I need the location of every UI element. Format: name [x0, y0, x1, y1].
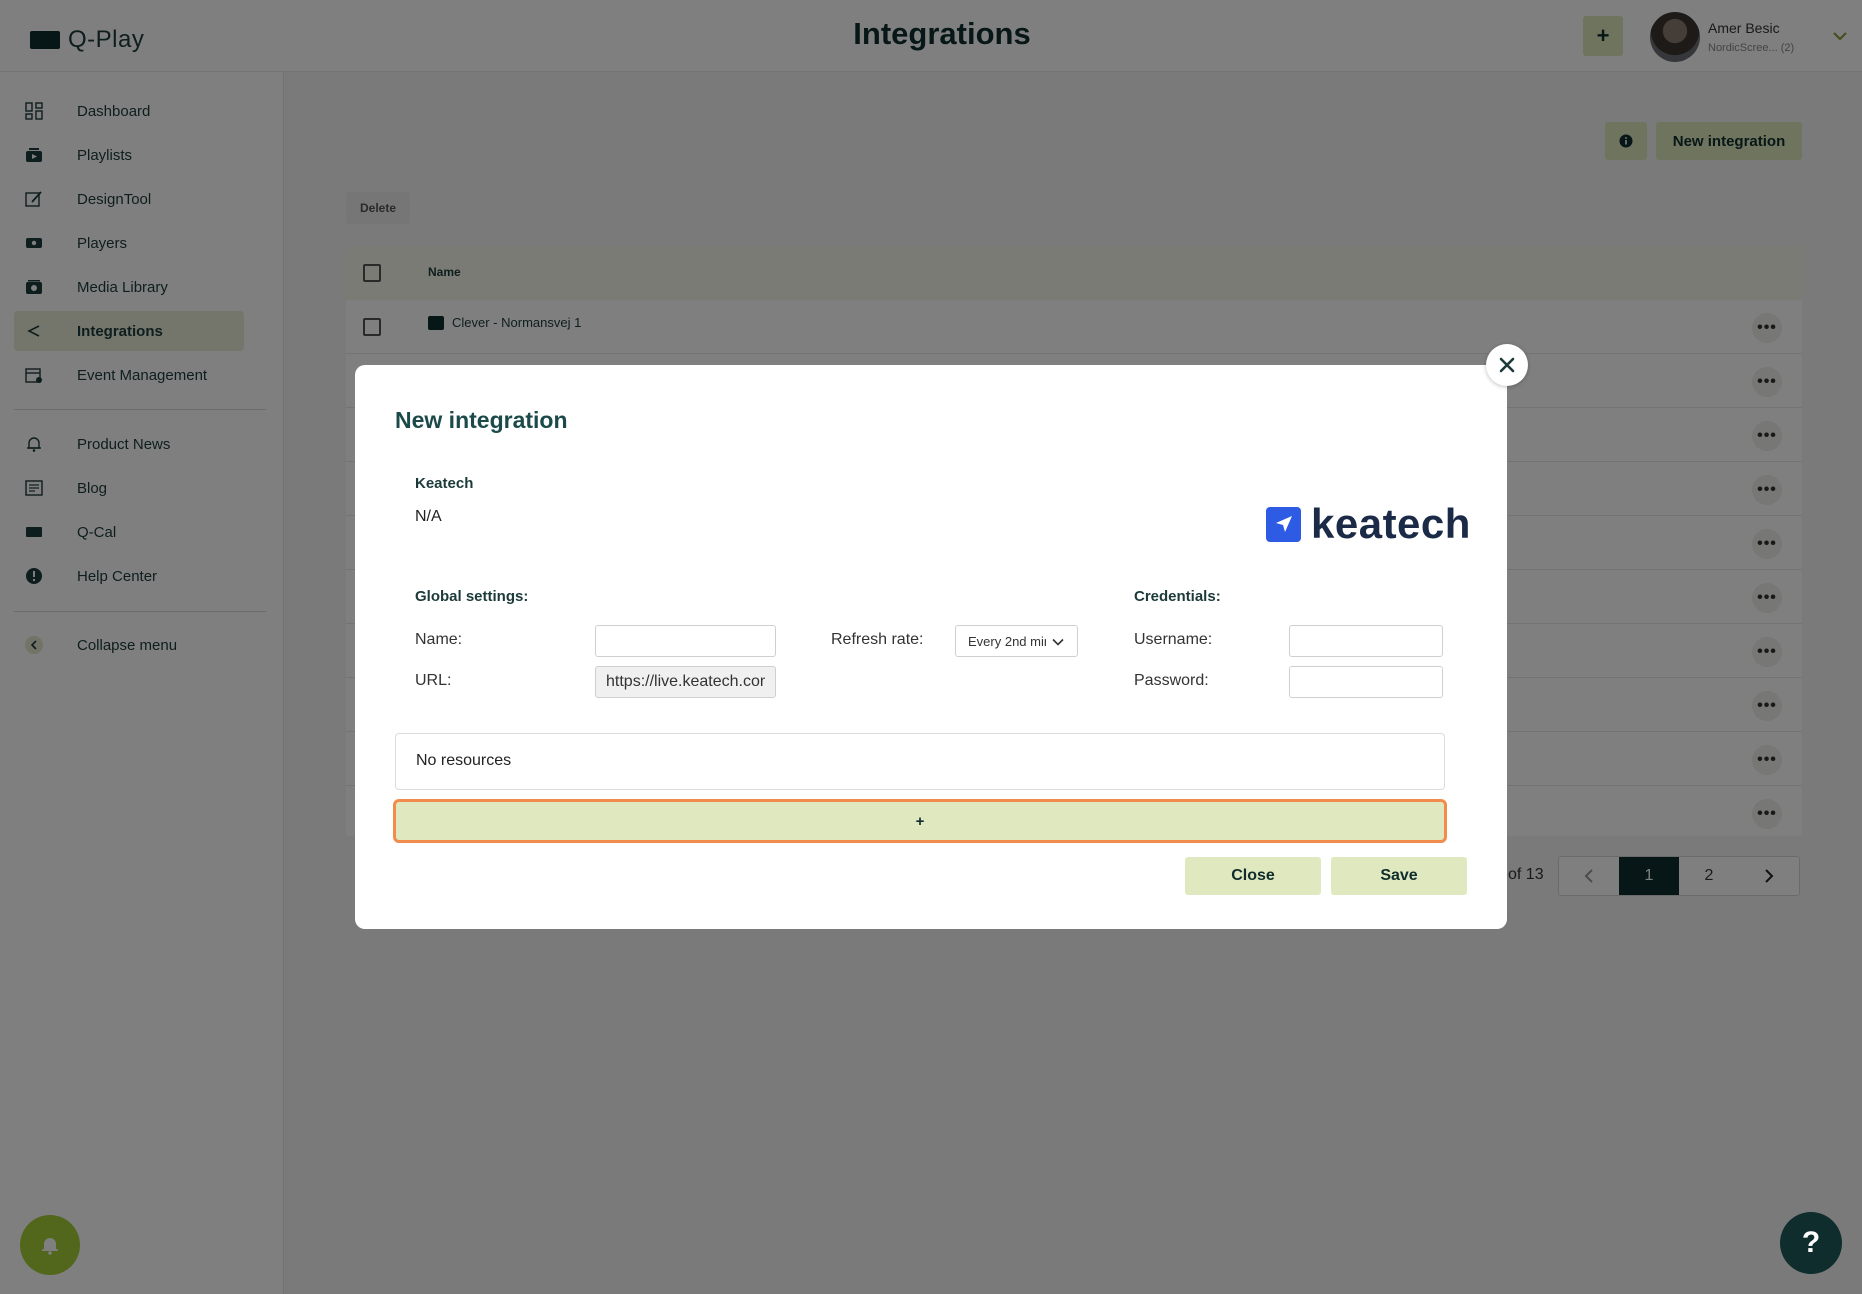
save-button[interactable]: Save: [1331, 857, 1467, 895]
refresh-rate-label: Refresh rate:: [831, 631, 924, 648]
close-icon: [1499, 357, 1515, 373]
provider-description: N/A: [415, 508, 442, 525]
dialog-close-button[interactable]: [1486, 344, 1528, 386]
refresh-rate-select[interactable]: Every 2nd minute: [955, 625, 1078, 657]
name-label: Name:: [415, 631, 463, 648]
add-resource-button[interactable]: +: [393, 799, 1447, 843]
password-field[interactable]: [1289, 666, 1443, 698]
resources-empty-text: No resources: [416, 752, 512, 769]
keatech-logo: keatech: [1266, 503, 1471, 545]
keatech-logo-text: keatech: [1311, 500, 1471, 547]
name-field[interactable]: [595, 625, 776, 657]
help-button[interactable]: ?: [1780, 1212, 1842, 1274]
url-field[interactable]: [595, 666, 776, 698]
navigation-arrow-icon: [1266, 506, 1301, 542]
password-label: Password:: [1134, 672, 1209, 689]
new-integration-dialog: New integration Keatech N/A keatech Glob…: [355, 365, 1507, 929]
username-label: Username:: [1134, 631, 1213, 648]
provider-name: Keatech: [415, 475, 474, 492]
dialog-title: New integration: [395, 407, 568, 433]
credentials-heading: Credentials:: [1134, 588, 1221, 605]
refresh-rate-value: Every 2nd minute: [968, 633, 1046, 649]
resources-list: No resources: [395, 733, 1445, 790]
chevron-down-icon: [1052, 638, 1064, 646]
username-field[interactable]: [1289, 625, 1443, 657]
close-button[interactable]: Close: [1185, 857, 1321, 895]
url-label: URL:: [415, 672, 452, 689]
global-settings-heading: Global settings:: [415, 588, 529, 605]
